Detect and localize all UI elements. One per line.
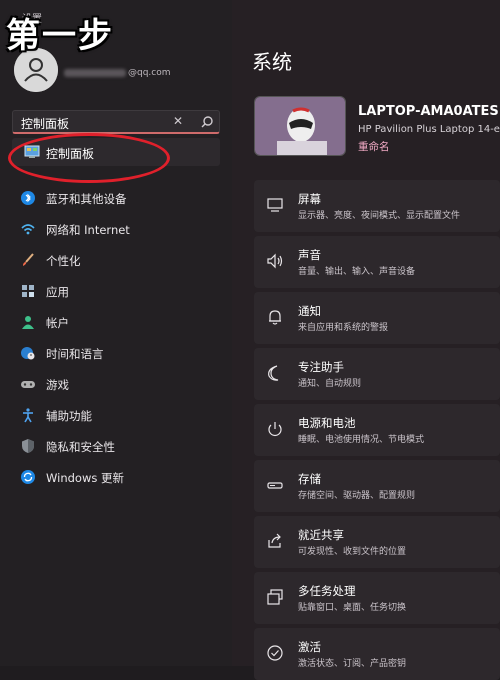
sidebar-item-apps[interactable]: 应用 [12, 277, 220, 305]
settings-card-multitasking[interactable]: 多任务处理 贴靠窗口、桌面、任务切换 [254, 572, 500, 624]
settings-card-display[interactable]: 屏幕 显示器、亮度、夜间模式、显示配置文件 [254, 180, 500, 232]
globe-clock-icon [21, 347, 35, 360]
device-model: HP Pavilion Plus Laptop 14-eh0 [358, 124, 500, 135]
settings-card-notifications[interactable]: 通知 来自应用和系统的警报 [254, 292, 500, 344]
page-title: 系统 [252, 50, 292, 74]
sidebar-item-accessibility[interactable]: 辅助功能 [12, 401, 220, 429]
sidebar-item-personalization[interactable]: 个性化 [12, 246, 220, 274]
settings-card-power-battery[interactable]: 电源和电池 睡眠、电池使用情况、节电模式 [254, 404, 500, 456]
device-name: LAPTOP-AMA0ATES [358, 104, 499, 119]
email-redacted [64, 68, 126, 77]
sidebar-item-privacy[interactable]: 隐私和安全性 [12, 432, 220, 460]
settings-card-activation[interactable]: 激活 激活状态、订阅、产品密钥 [254, 628, 500, 680]
sidebar-item-label: 时间和语言 [46, 347, 104, 361]
card-subtitle: 来自应用和系统的警报 [298, 323, 389, 333]
speaker-icon [267, 253, 283, 269]
card-subtitle: 可发现性、收到文件的位置 [298, 547, 407, 557]
card-title: 专注助手 [298, 360, 344, 374]
card-subtitle: 贴靠窗口、桌面、任务切换 [298, 603, 407, 613]
card-title: 激活 [298, 640, 321, 654]
share-icon [268, 533, 281, 548]
search-icon[interactable] [199, 114, 215, 130]
card-subtitle: 音量、输出、输入、声音设备 [298, 267, 416, 277]
search-box[interactable]: 控制面板 ✕ [12, 110, 220, 134]
annotation-circle [8, 133, 170, 183]
sidebar-item-label: 辅助功能 [46, 409, 92, 423]
sidebar-item-label: 个性化 [46, 254, 81, 268]
sidebar-item-label: 蓝牙和其他设备 [46, 192, 127, 206]
device-wallpaper-thumbnail [254, 96, 346, 156]
card-title: 存储 [298, 472, 321, 486]
power-icon [268, 422, 282, 436]
card-subtitle: 存储空间、驱动器、配置规则 [298, 491, 416, 501]
step-annotation: 第一步 [6, 16, 114, 56]
sidebar-item-label: Windows 更新 [46, 471, 124, 485]
rename-link[interactable]: 重命名 [358, 139, 390, 154]
card-subtitle: 激活状态、订阅、产品密钥 [298, 659, 407, 669]
gamepad-icon [21, 381, 35, 388]
update-icon [21, 470, 35, 484]
apps-icon [22, 285, 34, 297]
sidebar-item-label: 网络和 Internet [46, 223, 130, 237]
card-title: 声音 [298, 248, 321, 262]
user-email: @qq.com [64, 68, 171, 78]
card-subtitle: 通知、自动规则 [298, 379, 362, 389]
clear-search-icon[interactable]: ✕ [173, 114, 183, 128]
settings-card-storage[interactable]: 存储 存储空间、驱动器、配置规则 [254, 460, 500, 512]
card-title: 多任务处理 [298, 584, 356, 598]
bell-icon [269, 310, 281, 325]
sidebar-item-label: 隐私和安全性 [46, 440, 115, 454]
shield-icon [22, 439, 34, 453]
sidebar-item-accounts[interactable]: 帐户 [12, 308, 220, 336]
card-subtitle: 显示器、亮度、夜间模式、显示配置文件 [298, 211, 461, 221]
sidebar-item-time-language[interactable]: 时间和语言 [12, 339, 220, 367]
sidebar-item-label: 游戏 [46, 378, 69, 392]
email-suffix: @qq.com [128, 68, 171, 78]
multitask-icon [267, 589, 283, 605]
card-title: 就近共享 [298, 528, 344, 542]
brush-icon [23, 253, 34, 266]
wifi-icon [21, 224, 35, 235]
account-icon [22, 316, 34, 329]
sidebar-item-gaming[interactable]: 游戏 [12, 370, 220, 398]
search-input[interactable]: 控制面板 [21, 115, 69, 132]
settings-card-nearby-sharing[interactable]: 就近共享 可发现性、收到文件的位置 [254, 516, 500, 568]
sidebar-item-bluetooth[interactable]: 蓝牙和其他设备 [12, 184, 220, 212]
bluetooth-icon [21, 191, 35, 205]
sidebar-item-label: 帐户 [46, 316, 69, 330]
moon-icon [268, 365, 279, 381]
sidebar-item-network[interactable]: 网络和 Internet [12, 215, 220, 243]
card-title: 屏幕 [298, 192, 321, 206]
accessibility-icon [23, 408, 33, 423]
wallpaper-image [255, 97, 345, 155]
card-title: 通知 [298, 304, 321, 318]
sidebar-item-windows-update[interactable]: Windows 更新 [12, 463, 220, 491]
card-subtitle: 睡眠、电池使用情况、节电模式 [298, 435, 425, 445]
settings-card-focus-assist[interactable]: 专注助手 通知、自动规则 [254, 348, 500, 400]
settings-card-sound[interactable]: 声音 音量、输出、输入、声音设备 [254, 236, 500, 288]
display-icon [267, 198, 283, 212]
card-title: 电源和电池 [298, 416, 356, 430]
storage-icon [267, 482, 283, 489]
sidebar-item-label: 应用 [46, 285, 69, 299]
settings-sidebar: 设置 @qq.com 控制面板 ✕ 控制面板 蓝牙和其他设备 网络和 Inter… [0, 0, 232, 666]
activation-icon [267, 645, 283, 661]
